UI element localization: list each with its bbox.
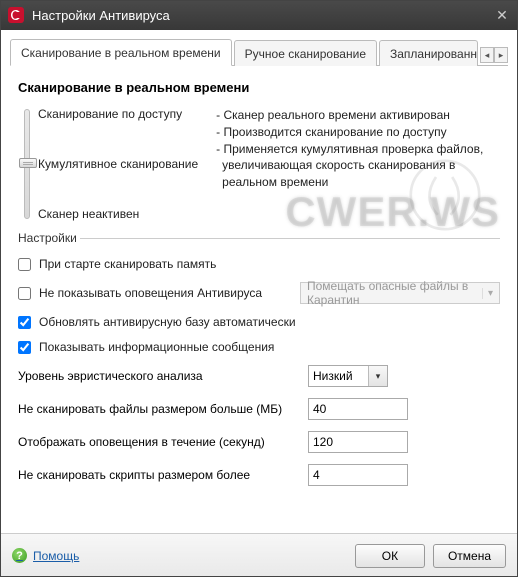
alert-action-select-disabled: Помещать опасные файлы в Карантин xyxy=(300,282,500,304)
checkbox-auto-update[interactable] xyxy=(18,316,31,329)
tab-bar: Сканирование в реальном времени Ручное с… xyxy=(10,38,508,66)
label-scan-memory[interactable]: При старте сканировать память xyxy=(39,257,216,271)
tab-manual[interactable]: Ручное сканирование xyxy=(234,40,377,66)
checkbox-scan-memory[interactable] xyxy=(18,258,31,271)
help-link[interactable]: ? Помощь xyxy=(12,548,79,563)
help-label: Помощь xyxy=(33,549,79,563)
tab-scroll-right[interactable]: ▸ xyxy=(494,47,508,63)
slider-label-0: Сканирование по доступу xyxy=(38,107,198,121)
checkbox-show-info[interactable] xyxy=(18,341,31,354)
label-script-size: Не сканировать скрипты размером более xyxy=(18,468,298,482)
tab-scroll-left[interactable]: ◂ xyxy=(480,47,494,63)
select-heuristic[interactable]: Низкий xyxy=(308,365,388,387)
slider-labels: Сканирование по доступу Кумулятивное ска… xyxy=(38,107,198,221)
label-auto-update[interactable]: Обновлять антивирусную базу автоматическ… xyxy=(39,315,296,329)
title-bar: Настройки Антивируса ✕ xyxy=(0,0,518,30)
input-alert-time[interactable] xyxy=(308,431,408,453)
checkbox-hide-alerts[interactable] xyxy=(18,287,31,300)
label-show-info[interactable]: Показывать информационные сообщения xyxy=(39,340,274,354)
tab-scheduled[interactable]: Запланированное сканирование xyxy=(379,40,478,66)
panel-heading: Сканирование в реальном времени xyxy=(18,80,500,95)
input-max-size[interactable] xyxy=(308,398,408,420)
slider-label-2: Сканер неактивен xyxy=(38,207,198,221)
app-logo xyxy=(8,7,24,23)
footer-bar: ? Помощь ОК Отмена xyxy=(0,533,518,577)
cancel-button[interactable]: Отмена xyxy=(433,544,506,568)
tab-realtime[interactable]: Сканирование в реальном времени xyxy=(10,39,232,66)
input-script-size[interactable] xyxy=(308,464,408,486)
ok-button[interactable]: ОК xyxy=(355,544,425,568)
label-hide-alerts[interactable]: Не показывать оповещения Антивируса xyxy=(39,286,262,300)
label-max-size: Не сканировать файлы размером больше (МБ… xyxy=(18,402,298,416)
level-description: - Сканер реального времени активирован -… xyxy=(212,107,500,221)
slider-label-1: Кумулятивное сканирование xyxy=(38,157,198,171)
close-button[interactable]: ✕ xyxy=(494,7,510,23)
help-icon: ? xyxy=(12,548,27,563)
slider-thumb[interactable] xyxy=(19,158,37,168)
label-alert-time: Отображать оповещения в течение (секунд) xyxy=(18,435,298,449)
scan-level-slider[interactable] xyxy=(24,109,30,219)
settings-group-label: Настройки xyxy=(18,231,500,245)
window-title: Настройки Антивируса xyxy=(32,8,494,23)
label-heuristic: Уровень эвристического анализа xyxy=(18,369,298,383)
tab-scroll: ◂ ▸ xyxy=(480,47,508,65)
